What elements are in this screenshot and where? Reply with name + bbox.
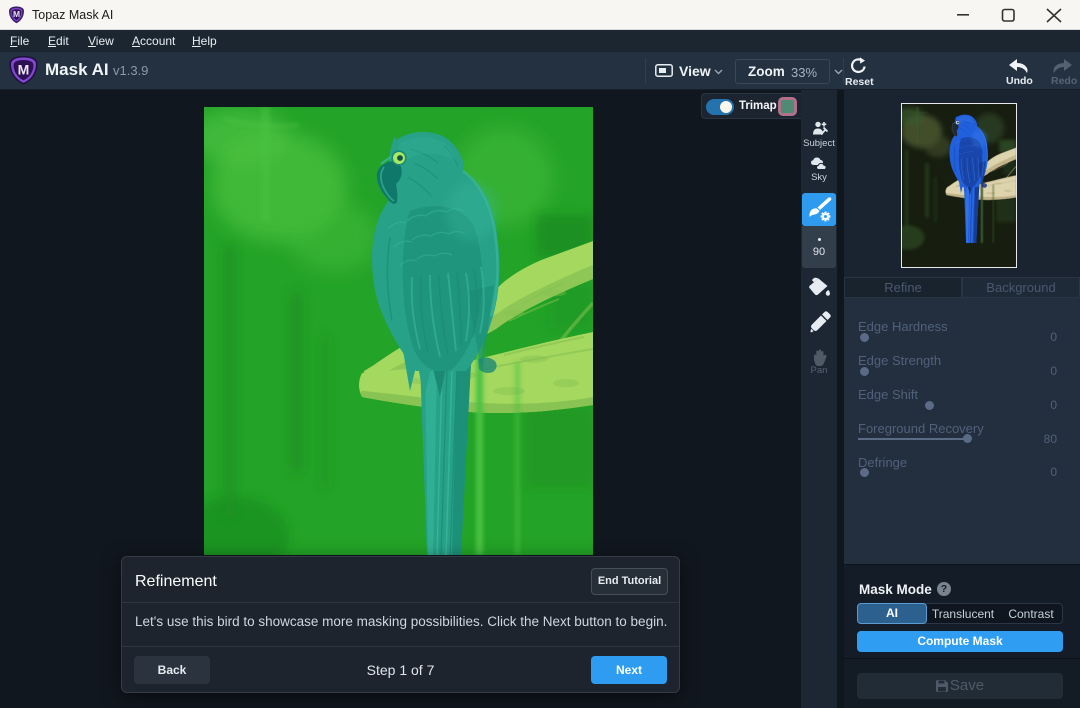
svg-text:M: M <box>13 9 20 19</box>
svg-text:M: M <box>18 62 30 78</box>
